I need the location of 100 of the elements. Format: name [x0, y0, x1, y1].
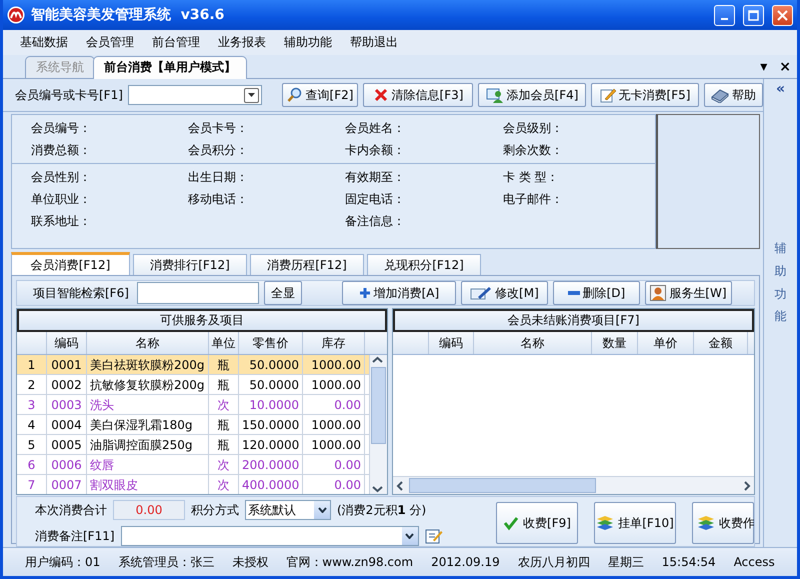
tab[interactable]: 兑现积分[F12] [367, 254, 481, 275]
table-cell: 0006 [47, 455, 87, 474]
add-member-button[interactable]: 添加会员[F4] [478, 83, 586, 107]
close-tab-button[interactable]: × [773, 59, 797, 78]
status-text: 星期三 [608, 554, 644, 570]
field-label: 消费总额： [31, 142, 92, 159]
tab-list-dropdown[interactable]: ▾ [754, 59, 774, 78]
row-number: 6 [17, 455, 47, 474]
table-cell: 0003 [47, 395, 87, 414]
field-label: 会员编号： [31, 120, 92, 137]
table-cell: 美白保湿乳霜180g [87, 415, 209, 434]
table-cell: 0004 [47, 415, 87, 434]
show-all-button[interactable]: 全显 [264, 281, 302, 305]
hold-order-button[interactable]: 挂单[F10] [594, 502, 676, 544]
column-header: 编码 [47, 332, 87, 354]
table-cell: 瓶 [209, 435, 239, 454]
table-cell: 0.00 [303, 395, 365, 414]
add-item-button[interactable]: 增加消费[A] [342, 281, 456, 305]
table-cell: 0001 [47, 355, 87, 374]
table-cell: 50.0000 [239, 355, 303, 374]
table-cell: 1000.00 [303, 375, 365, 394]
x-mark-icon [372, 87, 389, 103]
close-icon [777, 10, 788, 20]
field-label: 本次消费合计 [35, 502, 107, 518]
points-rule-text: (消费2元积1 分) [337, 502, 426, 518]
checkout-button[interactable]: 收费[F9] [496, 502, 578, 544]
row-number: 5 [17, 435, 47, 454]
no-card-button[interactable]: 无卡消费[F5] [591, 83, 699, 107]
field-label: 联系地址： [31, 213, 92, 230]
table-cell: 抗敏修复软膜粉200g [87, 375, 209, 394]
table-cell: 0.00 [303, 455, 365, 474]
column-header: 单价 [638, 332, 694, 354]
close-button[interactable] [772, 4, 793, 26]
row-number: 3 [17, 395, 47, 414]
search-button[interactable]: 查询[F2] [282, 83, 358, 107]
row-number: 7 [17, 475, 47, 494]
menu-item[interactable]: 前台管理 [143, 34, 209, 51]
waiter-button[interactable]: 服务生[W] [644, 281, 732, 305]
member-search-field[interactable] [128, 85, 262, 105]
status-text: 未授权 [232, 554, 268, 570]
tab[interactable]: 消费历程[F12] [250, 254, 364, 275]
scroll-down-icon [370, 484, 385, 494]
window-title: 智能美容美发管理系统 v36.6 [31, 6, 226, 24]
table-cell: 1000.00 [303, 435, 365, 454]
table-cell: 200.0000 [239, 455, 303, 474]
column-header: 名称 [474, 332, 592, 354]
delete-button[interactable]: 删除[D] [552, 281, 640, 305]
table-cell: 0002 [47, 375, 87, 394]
edit-button[interactable]: 修改[M] [460, 281, 548, 305]
collapse-panel-button[interactable]: « [776, 81, 786, 97]
check-icon [503, 515, 520, 531]
stack-icon [596, 515, 614, 531]
pencil-note-icon [600, 87, 616, 103]
status-text: 系统管理员：张三 [118, 554, 214, 570]
menu-item[interactable]: 帮助退出 [341, 34, 407, 51]
side-panel-label[interactable]: 辅助功能 [774, 237, 786, 328]
field-label: 卡 类 型： [503, 169, 560, 186]
remark-field[interactable] [120, 526, 419, 546]
app-logo-icon [7, 6, 25, 24]
menu-item[interactable]: 会员管理 [77, 34, 143, 51]
table-cell: 0.00 [303, 475, 365, 494]
field-label: 固定电话： [345, 191, 406, 208]
tab[interactable]: 消费排行[F12] [133, 254, 247, 275]
tab[interactable]: 会员消费[F12] [11, 252, 130, 275]
field-label: 会员姓名： [345, 120, 406, 137]
menu-item[interactable]: 辅助功能 [275, 34, 341, 51]
maximize-icon [748, 10, 759, 20]
field-label: 有效期至： [345, 169, 406, 186]
table-cell: 150.0000 [239, 415, 303, 434]
help-button[interactable]: 帮助 [704, 83, 763, 107]
field-label: 移动电话： [188, 191, 249, 208]
person-icon [650, 285, 666, 301]
document-tab[interactable]: 前台消费【单用户模式】 [93, 56, 247, 79]
points-method-dropdown[interactable]: 系统默认 [245, 500, 331, 520]
table-cell: 50.0000 [239, 375, 303, 394]
status-text: 15:54:54 [662, 555, 716, 569]
item-search-field[interactable] [136, 282, 259, 304]
pencil-icon [470, 286, 492, 300]
table-cell: 400.0000 [239, 475, 303, 494]
table-cell: 120.0000 [239, 435, 303, 454]
field-label: 电子邮件： [503, 191, 564, 208]
column-header: 名称 [87, 332, 209, 354]
field-label: 积分方式 [191, 502, 239, 518]
dropdown-arrow-icon [248, 93, 255, 97]
stack-icon [697, 515, 715, 531]
maximize-button[interactable] [743, 4, 764, 26]
scroll-up-icon [370, 355, 385, 365]
person-card-icon [486, 87, 504, 103]
field-label: 会员卡号： [188, 120, 249, 137]
status-text: 用户编码：01 [25, 554, 100, 570]
minimize-button[interactable] [714, 4, 735, 26]
search-icon [286, 87, 303, 103]
clear-button[interactable]: 清除信息[F3] [363, 83, 473, 107]
book-icon [711, 87, 729, 103]
table-cell: 割双眼皮 [87, 475, 209, 494]
menu-item[interactable]: 业务报表 [209, 34, 275, 51]
menu-item[interactable]: 基础数据 [11, 34, 77, 51]
status-text: 2012.09.19 [431, 555, 500, 569]
row-number: 2 [17, 375, 47, 394]
edit-note-icon[interactable] [424, 528, 443, 544]
